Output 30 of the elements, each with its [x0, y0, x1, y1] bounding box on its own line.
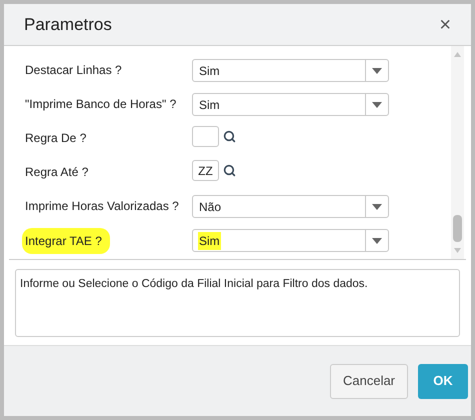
- dropdown-caret-icon: [372, 102, 382, 108]
- field-label: Destacar Linhas ?: [24, 62, 123, 79]
- scrollbar[interactable]: [451, 46, 464, 259]
- dropdown-caret-icon: [372, 238, 382, 244]
- scrollbar-thumb[interactable]: [453, 215, 462, 242]
- search-icon[interactable]: [223, 164, 236, 177]
- input-field[interactable]: [192, 126, 219, 147]
- select-value: Não: [198, 198, 222, 216]
- select-field[interactable]: Sim: [192, 93, 389, 116]
- select-field[interactable]: Sim: [192, 229, 389, 252]
- help-text: Informe ou Selecione o Código da Filial Inicial para Filtro dos dados.: [20, 277, 369, 292]
- dropdown-caret-icon: [372, 68, 382, 74]
- select-value: Sim: [198, 96, 221, 114]
- input-field[interactable]: ZZ: [192, 160, 219, 181]
- dropdown-caret-icon: [372, 204, 382, 210]
- field-label: Integrar TAE ?: [22, 228, 110, 254]
- field-label: "Imprime Banco de Horas" ?: [24, 96, 178, 113]
- field-label: Imprime Horas Valorizadas ?: [24, 198, 180, 215]
- scroll-down-icon[interactable]: [454, 248, 461, 253]
- select-value: Sim: [198, 232, 221, 250]
- field-label: Regra Até ?: [24, 164, 90, 181]
- scroll-up-icon[interactable]: [454, 52, 461, 57]
- field-label: Regra De ?: [24, 130, 88, 147]
- search-icon[interactable]: [223, 130, 236, 143]
- select-field[interactable]: Não: [192, 195, 389, 218]
- select-value: Sim: [198, 62, 221, 80]
- select-field[interactable]: Sim: [192, 59, 389, 82]
- dialog-title: Parametros: [24, 14, 112, 36]
- close-button[interactable]: ×: [439, 14, 451, 34]
- cancel-button[interactable]: Cancelar: [330, 364, 408, 398]
